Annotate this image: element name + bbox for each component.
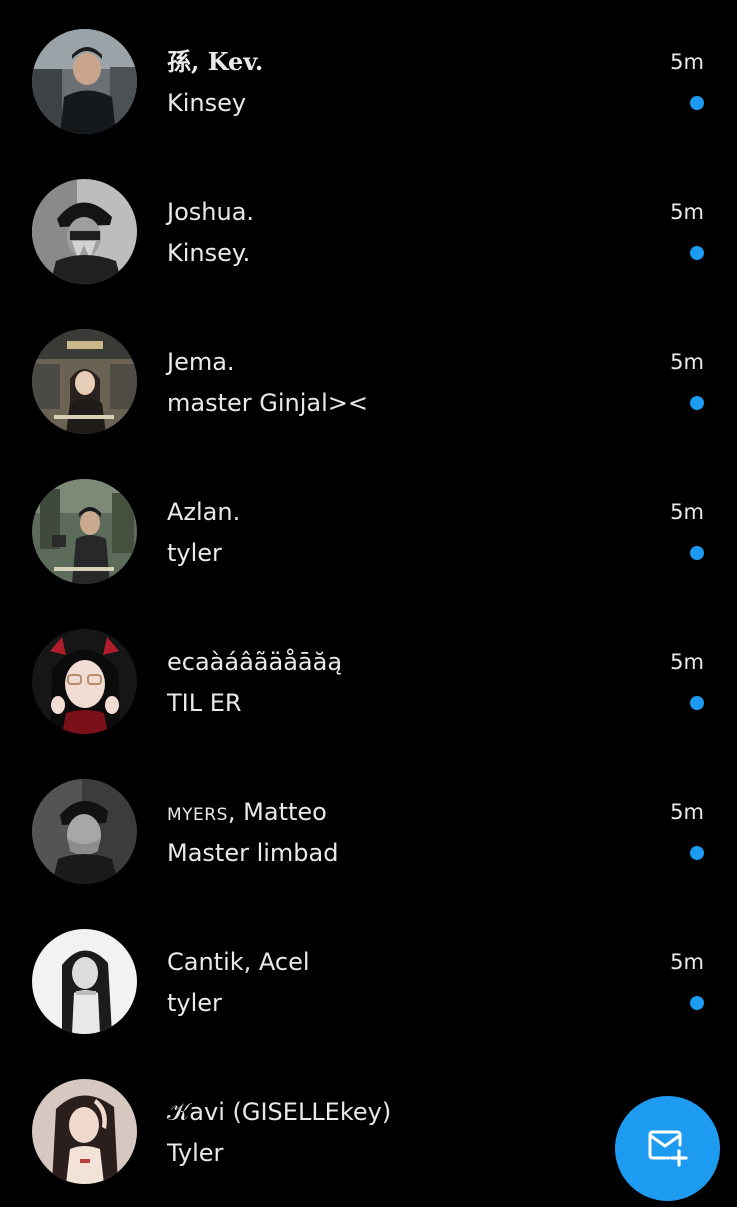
name-text: , Matteo [227,798,327,826]
timestamp: 5m [670,950,704,974]
message-preview: master Ginjal>< [167,389,368,417]
unread-dot [690,696,704,710]
conversation-row[interactable]: Jema. master Ginjal>< 5m [0,307,737,457]
unread-dot [690,546,704,560]
conversation-row[interactable]: ecaàáâãäåāăą TIL ER 5m [0,607,737,757]
message-preview: tyler [167,539,222,567]
timestamp: 5m [670,350,704,374]
avatar-image [32,179,137,284]
conversation-row[interactable]: MYERS, Matteo Master limbad 5m [0,757,737,907]
avatar-image [32,779,137,884]
avatar[interactable] [32,1079,137,1184]
avatar-image [32,479,137,584]
message-preview: TIL ER [167,689,242,717]
conversation-name: MYERS, Matteo [167,797,327,830]
avatar-image [32,629,137,734]
conversation-row[interactable]: Joshua. Kinsey. 5m [0,157,737,307]
timestamp: 5m [670,50,704,74]
message-preview: Master limbad [167,839,339,867]
conversation-name: ecaàáâãäåāăą [167,648,343,676]
timestamp: 5m [670,200,704,224]
unread-dot [690,396,704,410]
name-text: Kev. [207,47,264,76]
avatar[interactable] [32,179,137,284]
message-preview: Kinsey [167,89,247,117]
avatar-image [32,329,137,434]
timestamp: 5m [670,650,704,674]
name-prefix: MYERS [167,805,228,825]
conversation-row[interactable]: 孫, Kev. Kinsey 5m [0,7,737,157]
new-message-button[interactable] [615,1096,720,1201]
conversation-name: Cantik, Acel [167,948,310,976]
avatar[interactable] [32,29,137,134]
conversation-row[interactable]: Azlan. tyler 5m [0,457,737,607]
avatar[interactable] [32,329,137,434]
conversation-name: 孫, Kev. [167,47,263,77]
avatar-image [32,1079,137,1184]
avatar[interactable] [32,929,137,1034]
conversation-name: Azlan. [167,498,241,526]
avatar[interactable] [32,629,137,734]
message-preview: Kinsey. [167,239,251,267]
message-preview: Tyler [167,1139,224,1167]
unread-dot [690,96,704,110]
name-prefix: 𝒦avi [167,1098,225,1126]
conversation-row[interactable]: Cantik, Acel tyler 5m [0,907,737,1057]
name-text: (GISELLEkey) [224,1098,392,1126]
unread-dot [690,996,704,1010]
timestamp: 5m [670,800,704,824]
unread-dot [690,246,704,260]
timestamp: 5m [670,500,704,524]
conversation-name: 𝒦avi (GISELLEkey) [167,1097,391,1127]
message-preview: tyler [167,989,222,1017]
name-prefix: 孫, [167,47,208,76]
new-message-icon [648,1130,688,1167]
avatar-image [32,929,137,1034]
avatar-image [32,29,137,134]
conversation-name: Joshua. [167,198,255,226]
avatar[interactable] [32,479,137,584]
conversation-name: Jema. [167,348,235,376]
unread-dot [690,846,704,860]
avatar[interactable] [32,779,137,884]
